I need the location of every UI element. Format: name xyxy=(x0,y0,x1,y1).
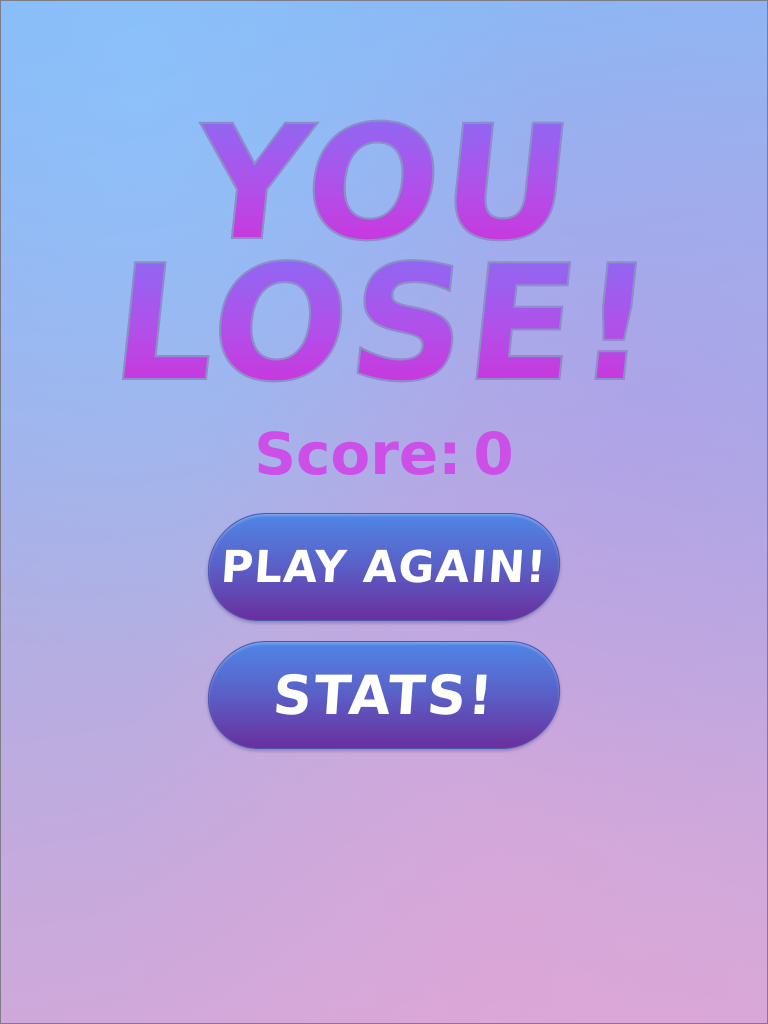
play-again-button[interactable]: PLAY AGAIN! xyxy=(204,513,564,621)
stats-button[interactable]: STATS! xyxy=(204,641,564,749)
play-again-label: PLAY AGAIN! xyxy=(219,541,549,593)
score-value: 0 xyxy=(473,420,514,488)
game-over-screen: YOU LOSE! Score: 0 PLAY AGAIN! STATS! xyxy=(0,0,768,1024)
score-display: Score: 0 xyxy=(1,421,767,487)
stats-label: STATS! xyxy=(271,663,497,727)
title-line-lose: LOSE! xyxy=(1,229,767,418)
score-label: Score: xyxy=(254,420,462,488)
